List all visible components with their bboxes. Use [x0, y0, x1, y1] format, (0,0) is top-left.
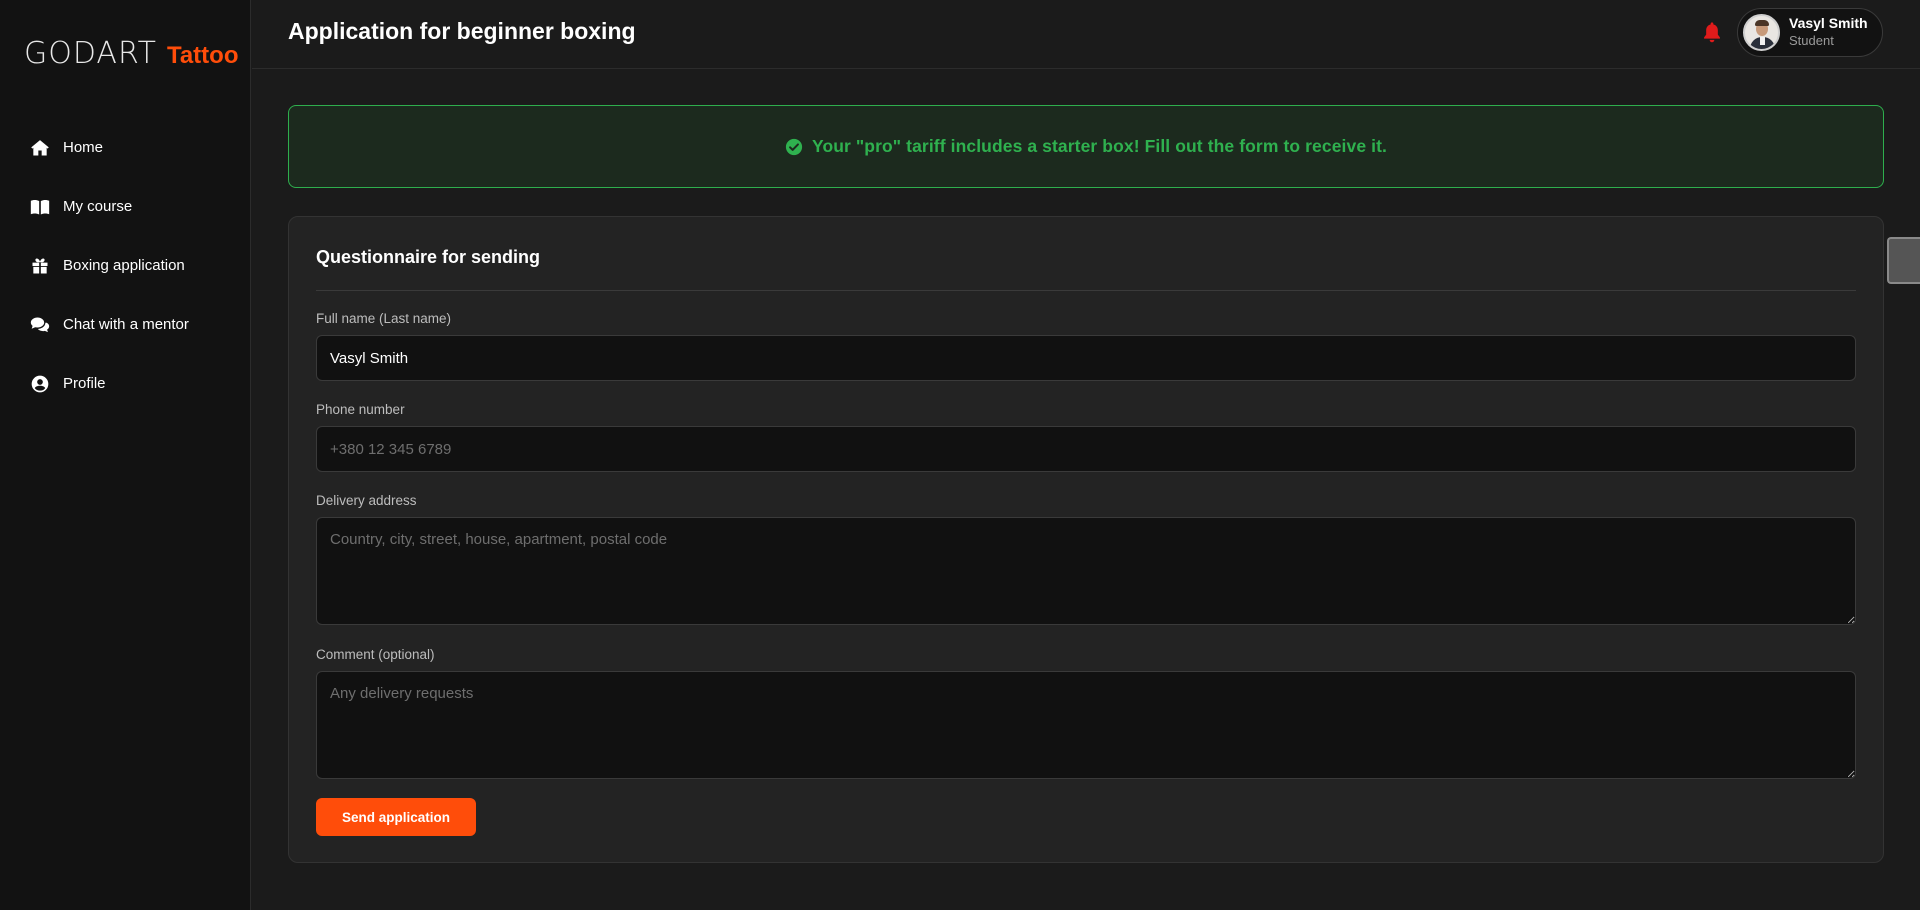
gift-box-icon	[30, 256, 50, 276]
user-info: Vasyl Smith Student	[1789, 15, 1868, 50]
address-label: Delivery address	[316, 493, 417, 508]
user-name: Vasyl Smith	[1789, 15, 1868, 31]
sidebar-item-label: Home	[63, 139, 104, 156]
sidebar-item-label: My course	[63, 198, 133, 215]
send-application-button[interactable]: Send application	[316, 798, 476, 836]
address-field[interactable]	[316, 517, 1856, 625]
brand-accent: Tattoo	[166, 42, 239, 69]
comment-field[interactable]	[316, 671, 1856, 779]
full-name-field[interactable]	[316, 335, 1856, 381]
page-title: Application for beginner boxing	[288, 18, 636, 44]
bell-icon[interactable]	[1702, 21, 1722, 43]
phone-field[interactable]	[316, 426, 1856, 472]
sidebar-item-label: Chat with a mentor	[63, 316, 189, 333]
alert-message: Your "pro" tariff includes a starter box…	[811, 136, 1387, 156]
full-name-label: Full name (Last name)	[316, 311, 452, 326]
top-header: Application for beginner boxing Vasyl Sm…	[252, 0, 1920, 69]
brand-name: GODART	[24, 36, 157, 71]
avatar	[1743, 14, 1780, 51]
chat-bubbles-icon	[30, 315, 50, 335]
brand-logo[interactable]: GODART Tattoo	[24, 36, 238, 76]
sidebar: GODART Tattoo Home My course Boxing appl…	[0, 0, 251, 910]
home-icon	[30, 138, 50, 158]
tariff-alert: Your "pro" tariff includes a starter box…	[288, 105, 1884, 188]
form-title: Questionnaire for sending	[316, 247, 541, 267]
check-circle-icon	[785, 138, 803, 156]
sidebar-item-boxing-application[interactable]: Boxing application	[0, 236, 251, 295]
phone-label: Phone number	[316, 402, 405, 417]
sidebar-item-my-course[interactable]: My course	[0, 177, 251, 236]
user-menu[interactable]: Vasyl Smith Student	[1737, 8, 1883, 57]
comment-label: Comment (optional)	[316, 647, 435, 662]
sidebar-nav: Home My course Boxing application Chat w…	[0, 118, 251, 413]
questionnaire-card: Questionnaire for sending Full name (Las…	[288, 216, 1884, 863]
divider	[316, 290, 1856, 291]
sidebar-item-profile[interactable]: Profile	[0, 354, 251, 413]
user-circle-icon	[30, 374, 50, 394]
side-panel-tab[interactable]	[1887, 237, 1920, 284]
sidebar-item-label: Boxing application	[63, 257, 185, 274]
book-icon	[30, 197, 50, 217]
sidebar-item-home[interactable]: Home	[0, 118, 251, 177]
sidebar-item-chat-with-mentor[interactable]: Chat with a mentor	[0, 295, 251, 354]
user-role: Student	[1789, 33, 1834, 48]
sidebar-item-label: Profile	[63, 375, 106, 392]
